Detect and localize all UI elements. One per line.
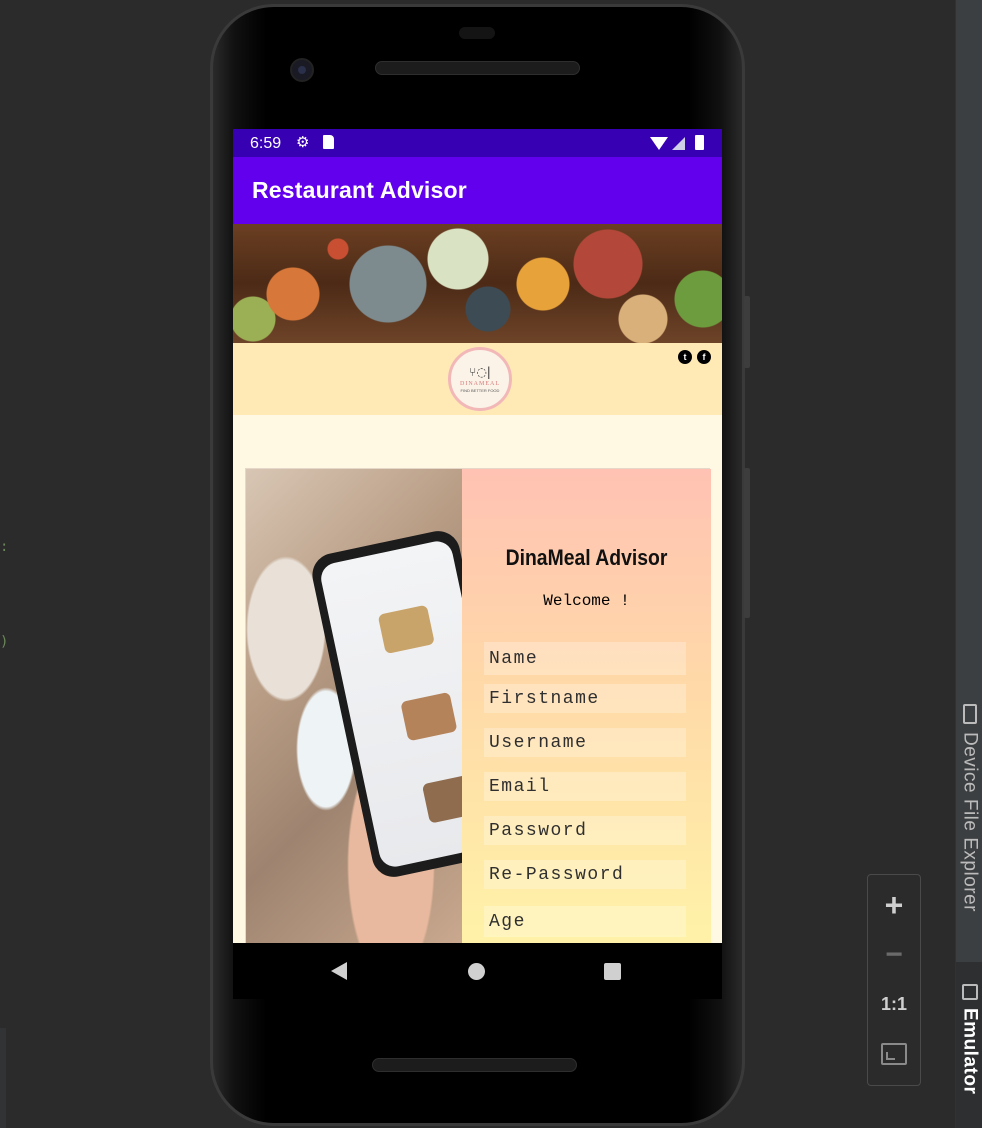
zoom-out-button[interactable]: − xyxy=(874,935,914,975)
code-gutter-fragment: :) xyxy=(0,539,9,650)
ide-left-edge xyxy=(0,1028,6,1128)
ide-tool-strip: Device File Explorer Emulator xyxy=(955,0,982,1128)
facebook-icon[interactable]: f xyxy=(697,350,711,364)
emulator-zoom-panel: + − 1:1 xyxy=(867,874,921,1086)
settings-icon: ⚙ xyxy=(296,134,310,151)
device-screen: 6:59 ⚙ Restaurant Advisor ⑂◌| DINAMEAL F… xyxy=(233,129,722,943)
battery-icon xyxy=(695,135,704,150)
firstname-field[interactable] xyxy=(484,684,686,713)
emulator-icon xyxy=(961,984,978,1000)
header-band: ⑂◌| DINAMEAL FIND BETTER FOOD t f xyxy=(233,343,722,415)
proximity-sensor xyxy=(459,27,495,39)
photo-food-item xyxy=(377,604,435,655)
app-title: Restaurant Advisor xyxy=(252,177,467,203)
photo-phone-shape xyxy=(308,527,462,881)
navigation-bar xyxy=(233,943,722,999)
photo-phone-screen xyxy=(318,538,462,870)
zoom-in-button[interactable]: + xyxy=(874,886,914,926)
re-password-field[interactable] xyxy=(484,860,686,889)
signup-card: DinaMeal Advisor Welcome ! xyxy=(245,468,711,943)
status-time: 6:59 xyxy=(250,135,282,152)
sd-card-icon xyxy=(323,135,334,149)
tab-emulator-label: Emulator xyxy=(959,1008,981,1095)
home-icon[interactable] xyxy=(468,963,485,980)
form-title: DinaMeal Advisor xyxy=(505,545,668,570)
tab-device-file-explorer[interactable]: Device File Explorer xyxy=(956,704,982,944)
name-field[interactable] xyxy=(484,642,686,675)
fit-screen-button[interactable] xyxy=(874,1034,914,1074)
recent-apps-icon[interactable] xyxy=(604,963,621,980)
fit-screen-icon xyxy=(881,1043,907,1066)
photo-food-item xyxy=(400,691,458,742)
food-banner-image xyxy=(233,224,722,343)
photo-food-item xyxy=(421,774,462,824)
age-field[interactable] xyxy=(484,906,686,937)
status-bar: 6:59 ⚙ xyxy=(233,129,722,157)
app-bar: Restaurant Advisor xyxy=(233,157,722,224)
password-field[interactable] xyxy=(484,816,686,845)
back-icon[interactable] xyxy=(331,962,347,980)
logo-name: DINAMEAL xyxy=(460,380,500,387)
username-field[interactable] xyxy=(484,728,686,757)
signal-icon xyxy=(672,137,685,150)
email-field[interactable] xyxy=(484,772,686,801)
dinameal-logo: ⑂◌| DINAMEAL FIND BETTER FOOD xyxy=(448,347,512,411)
signup-form: DinaMeal Advisor Welcome ! xyxy=(462,469,711,943)
front-camera xyxy=(290,58,314,82)
power-button[interactable] xyxy=(744,296,750,368)
phone-food-photo xyxy=(246,469,462,943)
bottom-speaker xyxy=(372,1058,577,1072)
tab-device-file-explorer-label: Device File Explorer xyxy=(959,732,981,912)
volume-button[interactable] xyxy=(744,468,750,618)
cutlery-plate-icon: ⑂◌| xyxy=(469,364,491,379)
device-icon xyxy=(962,704,977,724)
actual-size-button[interactable]: 1:1 xyxy=(874,985,914,1025)
tab-emulator[interactable]: Emulator xyxy=(956,962,982,1128)
form-subtitle: Welcome ! xyxy=(543,592,630,610)
twitter-icon[interactable]: t xyxy=(678,350,692,364)
earpiece-speaker xyxy=(375,61,580,75)
wifi-icon xyxy=(650,137,668,150)
logo-tagline: FIND BETTER FOOD xyxy=(460,387,500,393)
